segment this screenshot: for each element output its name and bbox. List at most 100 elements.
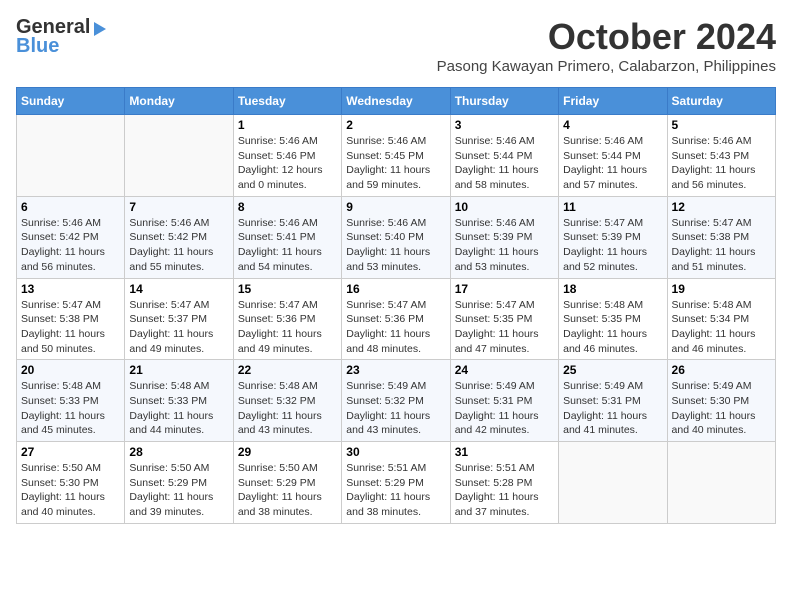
day-number: 17	[455, 282, 554, 296]
day-info: Sunrise: 5:47 AMSunset: 5:37 PMDaylight:…	[129, 298, 228, 357]
day-info: Sunrise: 5:47 AMSunset: 5:36 PMDaylight:…	[346, 298, 445, 357]
column-header-thursday: Thursday	[450, 88, 558, 115]
day-info: Sunrise: 5:50 AMSunset: 5:29 PMDaylight:…	[238, 461, 337, 520]
day-info: Sunrise: 5:49 AMSunset: 5:31 PMDaylight:…	[563, 379, 662, 438]
logo-blue: Blue	[16, 35, 59, 58]
day-info: Sunrise: 5:48 AMSunset: 5:34 PMDaylight:…	[672, 298, 771, 357]
day-number: 22	[238, 363, 337, 377]
calendar-cell: 5 Sunrise: 5:46 AMSunset: 5:43 PMDaylight…	[667, 115, 775, 197]
day-info: Sunrise: 5:47 AMSunset: 5:35 PMDaylight:…	[455, 298, 554, 357]
day-number: 24	[455, 363, 554, 377]
day-number: 27	[21, 445, 120, 459]
calendar-week-1: 1 Sunrise: 5:46 AMSunset: 5:46 PMDaylight…	[17, 115, 776, 197]
day-info: Sunrise: 5:50 AMSunset: 5:29 PMDaylight:…	[129, 461, 228, 520]
day-info: Sunrise: 5:46 AMSunset: 5:39 PMDaylight:…	[455, 216, 554, 275]
day-number: 28	[129, 445, 228, 459]
day-number: 15	[238, 282, 337, 296]
day-number: 8	[238, 200, 337, 214]
day-number: 18	[563, 282, 662, 296]
calendar-cell: 10 Sunrise: 5:46 AMSunset: 5:39 PMDayligh…	[450, 196, 558, 278]
calendar-cell: 13Sunrise: 5:47 AMSunset: 5:38 PMDayligh…	[17, 278, 125, 360]
day-number: 19	[672, 282, 771, 296]
calendar-cell	[667, 442, 775, 524]
day-number: 20	[21, 363, 120, 377]
day-number: 10	[455, 200, 554, 214]
column-header-friday: Friday	[559, 88, 667, 115]
logo: General Blue	[16, 16, 106, 58]
day-info: Sunrise: 5:48 AMSunset: 5:32 PMDaylight:…	[238, 379, 337, 438]
day-number: 16	[346, 282, 445, 296]
calendar-cell: 17 Sunrise: 5:47 AMSunset: 5:35 PMDayligh…	[450, 278, 558, 360]
calendar-cell: 30 Sunrise: 5:51 AMSunset: 5:29 PMDayligh…	[342, 442, 450, 524]
column-header-saturday: Saturday	[667, 88, 775, 115]
day-info: Sunrise: 5:46 AMSunset: 5:42 PMDaylight:…	[129, 216, 228, 275]
column-header-wednesday: Wednesday	[342, 88, 450, 115]
calendar-week-4: 20 Sunrise: 5:48 AMSunset: 5:33 PMDayligh…	[17, 360, 776, 442]
day-info: Sunrise: 5:47 AMSunset: 5:36 PMDaylight:…	[238, 298, 337, 357]
logo-triangle-icon	[94, 22, 106, 36]
calendar-header-row: SundayMondayTuesdayWednesdayThursdayFrid…	[17, 88, 776, 115]
calendar-cell: 22 Sunrise: 5:48 AMSunset: 5:32 PMDayligh…	[233, 360, 341, 442]
location-title: Pasong Kawayan Primero, Calabarzon, Phil…	[437, 58, 776, 75]
calendar-cell	[17, 115, 125, 197]
month-title: October 2024	[437, 16, 776, 58]
calendar-cell: 7 Sunrise: 5:46 AMSunset: 5:42 PMDaylight…	[125, 196, 233, 278]
calendar-cell: 20Sunrise: 5:48 AMSunset: 5:33 PMDayligh…	[17, 360, 125, 442]
calendar-cell: 18 Sunrise: 5:48 AMSunset: 5:35 PMDayligh…	[559, 278, 667, 360]
calendar-cell: 8 Sunrise: 5:46 AMSunset: 5:41 PMDaylight…	[233, 196, 341, 278]
day-number: 14	[129, 282, 228, 296]
day-info: Sunrise: 5:48 AMSunset: 5:35 PMDaylight:…	[563, 298, 662, 357]
day-number: 6	[21, 200, 120, 214]
day-info: Sunrise: 5:46 AMSunset: 5:44 PMDaylight:…	[455, 134, 554, 193]
day-info: Sunrise: 5:51 AMSunset: 5:29 PMDaylight:…	[346, 461, 445, 520]
calendar-cell: 15 Sunrise: 5:47 AMSunset: 5:36 PMDayligh…	[233, 278, 341, 360]
day-info: Sunrise: 5:47 AMSunset: 5:38 PMDaylight:…	[672, 216, 771, 275]
day-info: Sunrise: 5:49 AMSunset: 5:32 PMDaylight:…	[346, 379, 445, 438]
day-number: 29	[238, 445, 337, 459]
day-info: Sunrise: 5:49 AMSunset: 5:30 PMDaylight:…	[672, 379, 771, 438]
day-info: Sunrise: 5:46 AMSunset: 5:41 PMDaylight:…	[238, 216, 337, 275]
column-header-tuesday: Tuesday	[233, 88, 341, 115]
day-number: 7	[129, 200, 228, 214]
day-info: Sunrise: 5:48 AMSunset: 5:33 PMDaylight:…	[129, 379, 228, 438]
day-number: 21	[129, 363, 228, 377]
calendar-cell: 29 Sunrise: 5:50 AMSunset: 5:29 PMDayligh…	[233, 442, 341, 524]
day-info: Sunrise: 5:49 AMSunset: 5:31 PMDaylight:…	[455, 379, 554, 438]
calendar-cell: 16 Sunrise: 5:47 AMSunset: 5:36 PMDayligh…	[342, 278, 450, 360]
day-number: 13	[21, 282, 120, 296]
day-number: 30	[346, 445, 445, 459]
day-info: Sunrise: 5:46 AMSunset: 5:40 PMDaylight:…	[346, 216, 445, 275]
calendar-week-2: 6 Sunrise: 5:46 AMSunset: 5:42 PMDaylight…	[17, 196, 776, 278]
day-number: 2	[346, 118, 445, 132]
page-header: General Blue October 2024 Pasong Kawayan…	[16, 16, 776, 83]
day-number: 11	[563, 200, 662, 214]
calendar-cell: 9Sunrise: 5:46 AMSunset: 5:40 PMDaylight…	[342, 196, 450, 278]
day-info: Sunrise: 5:46 AMSunset: 5:43 PMDaylight:…	[672, 134, 771, 193]
day-number: 23	[346, 363, 445, 377]
calendar-cell: 25 Sunrise: 5:49 AMSunset: 5:31 PMDayligh…	[559, 360, 667, 442]
calendar-cell: 14 Sunrise: 5:47 AMSunset: 5:37 PMDayligh…	[125, 278, 233, 360]
day-number: 1	[238, 118, 337, 132]
calendar-cell	[125, 115, 233, 197]
day-number: 26	[672, 363, 771, 377]
day-info: Sunrise: 5:46 AMSunset: 5:46 PMDaylight:…	[238, 134, 337, 193]
calendar-cell: 27Sunrise: 5:50 AMSunset: 5:30 PMDayligh…	[17, 442, 125, 524]
calendar-cell: 3 Sunrise: 5:46 AMSunset: 5:44 PMDaylight…	[450, 115, 558, 197]
calendar-body: 1 Sunrise: 5:46 AMSunset: 5:46 PMDaylight…	[17, 115, 776, 524]
calendar-cell: 1 Sunrise: 5:46 AMSunset: 5:46 PMDaylight…	[233, 115, 341, 197]
day-number: 25	[563, 363, 662, 377]
calendar-cell: 21 Sunrise: 5:48 AMSunset: 5:33 PMDayligh…	[125, 360, 233, 442]
calendar-table: SundayMondayTuesdayWednesdayThursdayFrid…	[16, 87, 776, 524]
calendar-cell: 11Sunrise: 5:47 AMSunset: 5:39 PMDayligh…	[559, 196, 667, 278]
day-number: 5	[672, 118, 771, 132]
calendar-cell: 26 Sunrise: 5:49 AMSunset: 5:30 PMDayligh…	[667, 360, 775, 442]
calendar-cell: 12Sunrise: 5:47 AMSunset: 5:38 PMDayligh…	[667, 196, 775, 278]
day-number: 4	[563, 118, 662, 132]
day-info: Sunrise: 5:46 AMSunset: 5:44 PMDaylight:…	[563, 134, 662, 193]
column-header-monday: Monday	[125, 88, 233, 115]
calendar-cell: 19 Sunrise: 5:48 AMSunset: 5:34 PMDayligh…	[667, 278, 775, 360]
calendar-week-3: 13Sunrise: 5:47 AMSunset: 5:38 PMDayligh…	[17, 278, 776, 360]
calendar-cell: 6Sunrise: 5:46 AMSunset: 5:42 PMDaylight…	[17, 196, 125, 278]
calendar-cell: 4 Sunrise: 5:46 AMSunset: 5:44 PMDaylight…	[559, 115, 667, 197]
day-number: 3	[455, 118, 554, 132]
